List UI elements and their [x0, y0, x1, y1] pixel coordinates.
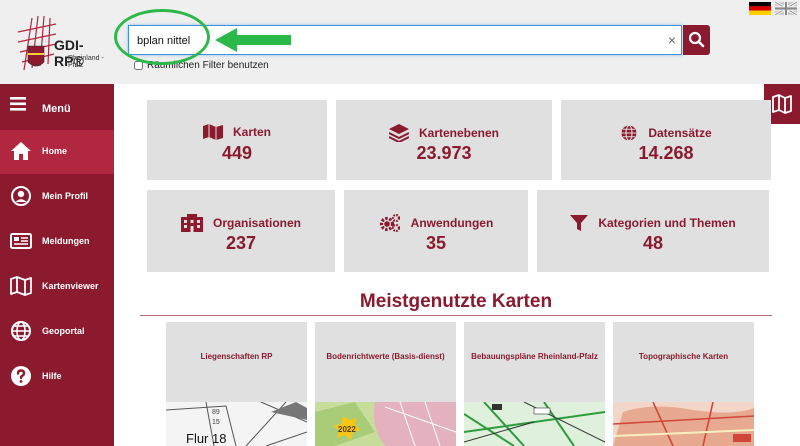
hamburger-icon — [10, 97, 26, 111]
stat-card-layers[interactable]: Kartenebenen 23.973 — [336, 100, 552, 180]
globe-icon — [621, 124, 637, 142]
sidebar-item-geoportal[interactable]: Geoportal — [0, 310, 114, 354]
map-tile-bodenrichtwerte[interactable]: Bodenrichtwerte (Basis-dienst) 2022 — [315, 322, 456, 446]
stat-label: Kategorien und Themen — [598, 216, 736, 230]
user-circle-icon — [11, 186, 31, 206]
map-tile-title: Bebauungspläne Rheinland-Pfalz — [471, 352, 598, 361]
map-tile-bebauungsplaene[interactable]: Bebauungspläne Rheinland-Pfalz — [464, 322, 605, 446]
stat-card-datasets[interactable]: Datensätze 14.268 — [561, 100, 771, 180]
stat-value: 237 — [225, 233, 257, 253]
stat-label: Datensätze — [648, 126, 712, 140]
layers-icon — [388, 124, 409, 142]
map-tile-topographische[interactable]: Topographische Karten — [613, 322, 754, 446]
map-icon — [10, 276, 32, 296]
stat-value: 449 — [221, 143, 253, 163]
gdi-rp-logo[interactable]: GDI-RP® Rheinland - Pfalz — [14, 10, 104, 78]
building-icon — [180, 214, 203, 232]
map-icon — [202, 124, 223, 140]
search-button[interactable] — [683, 25, 710, 55]
sidebar-item-label: Meldungen — [42, 236, 90, 246]
flag-germany-icon[interactable] — [749, 2, 771, 15]
flag-uk-icon[interactable] — [775, 2, 797, 15]
search-input[interactable] — [137, 32, 637, 50]
section-divider — [140, 315, 772, 316]
globe-icon — [11, 321, 31, 341]
map-thumbnail: 89 15 Flur 18 — [166, 402, 307, 446]
stat-card-categories[interactable]: Kategorien und Themen 48 — [537, 190, 769, 272]
search-icon — [688, 31, 705, 48]
section-title: Meistgenutzte Karten — [359, 291, 553, 312]
map-tile-title: Topographische Karten — [638, 352, 729, 361]
annotation-oval — [114, 9, 210, 65]
stat-card-organisations[interactable]: Organisationen 237 — [147, 190, 335, 272]
sidebar-item-help[interactable]: Hilfe — [0, 355, 114, 399]
thumb-label: 2022 — [338, 425, 356, 434]
stat-label: Kartenebenen — [418, 126, 500, 140]
sidebar-item-profile[interactable]: Mein Profil — [0, 175, 114, 219]
stat-value: 14.268 — [638, 143, 694, 163]
header-bar: GDI-RP® Rheinland - Pfalz × Räumlichen F… — [0, 0, 800, 84]
thumb-label: Flur 18 — [186, 431, 226, 446]
home-icon — [11, 142, 31, 160]
sidebar-item-label: Geoportal — [42, 326, 85, 336]
gears-icon — [379, 214, 400, 232]
map-tile-title: Liegenschaften RP — [200, 352, 273, 361]
clear-search-button[interactable]: × — [662, 26, 682, 54]
map-tile-liegenschaften[interactable]: Liegenschaften RP 89 15 Flur 18 — [166, 322, 307, 446]
stat-label: Karten — [232, 125, 271, 139]
menu-label: Menü — [42, 103, 71, 115]
sidebar-item-label: Mein Profil — [42, 191, 89, 201]
svg-text:89: 89 — [212, 409, 220, 416]
logo-subtitle: Rheinland - Pfalz — [68, 55, 104, 69]
filter-icon — [570, 215, 589, 231]
sidebar-item-label: Hilfe — [42, 371, 62, 381]
sidebar-item-mapviewer[interactable]: Kartenviewer — [0, 265, 114, 309]
annotation-arrow-icon — [215, 28, 291, 52]
map-tile-title: Bodenrichtwerte (Basis-dienst) — [326, 352, 445, 361]
sidebar-item-label: Home — [42, 146, 68, 156]
sidebar-item-messages[interactable]: Meldungen — [0, 220, 114, 264]
stat-label: Anwendungen — [410, 216, 494, 230]
stat-value: 23.973 — [416, 143, 472, 163]
stat-value: 48 — [642, 233, 664, 253]
language-switch — [749, 2, 797, 15]
map-thumbnail: 2022 — [315, 402, 456, 446]
sidebar: Menü Home Mein Profil Meldungen Kartenvi… — [0, 84, 114, 446]
sidebar-item-label: Kartenviewer — [42, 281, 99, 291]
search-box — [128, 25, 682, 55]
map-thumbnail — [613, 402, 754, 446]
stat-value: 35 — [425, 233, 447, 253]
map-thumbnail — [464, 402, 605, 446]
menu-toggle[interactable]: Menü — [0, 84, 114, 130]
newspaper-icon — [10, 233, 32, 249]
stat-label: Organisationen — [212, 216, 301, 230]
question-icon — [11, 366, 31, 386]
sidebar-item-home[interactable]: Home — [0, 130, 114, 174]
stat-card-applications[interactable]: Anwendungen 35 — [344, 190, 528, 272]
svg-text:15: 15 — [212, 419, 220, 426]
stat-card-maps[interactable]: Karten 449 — [147, 100, 327, 180]
